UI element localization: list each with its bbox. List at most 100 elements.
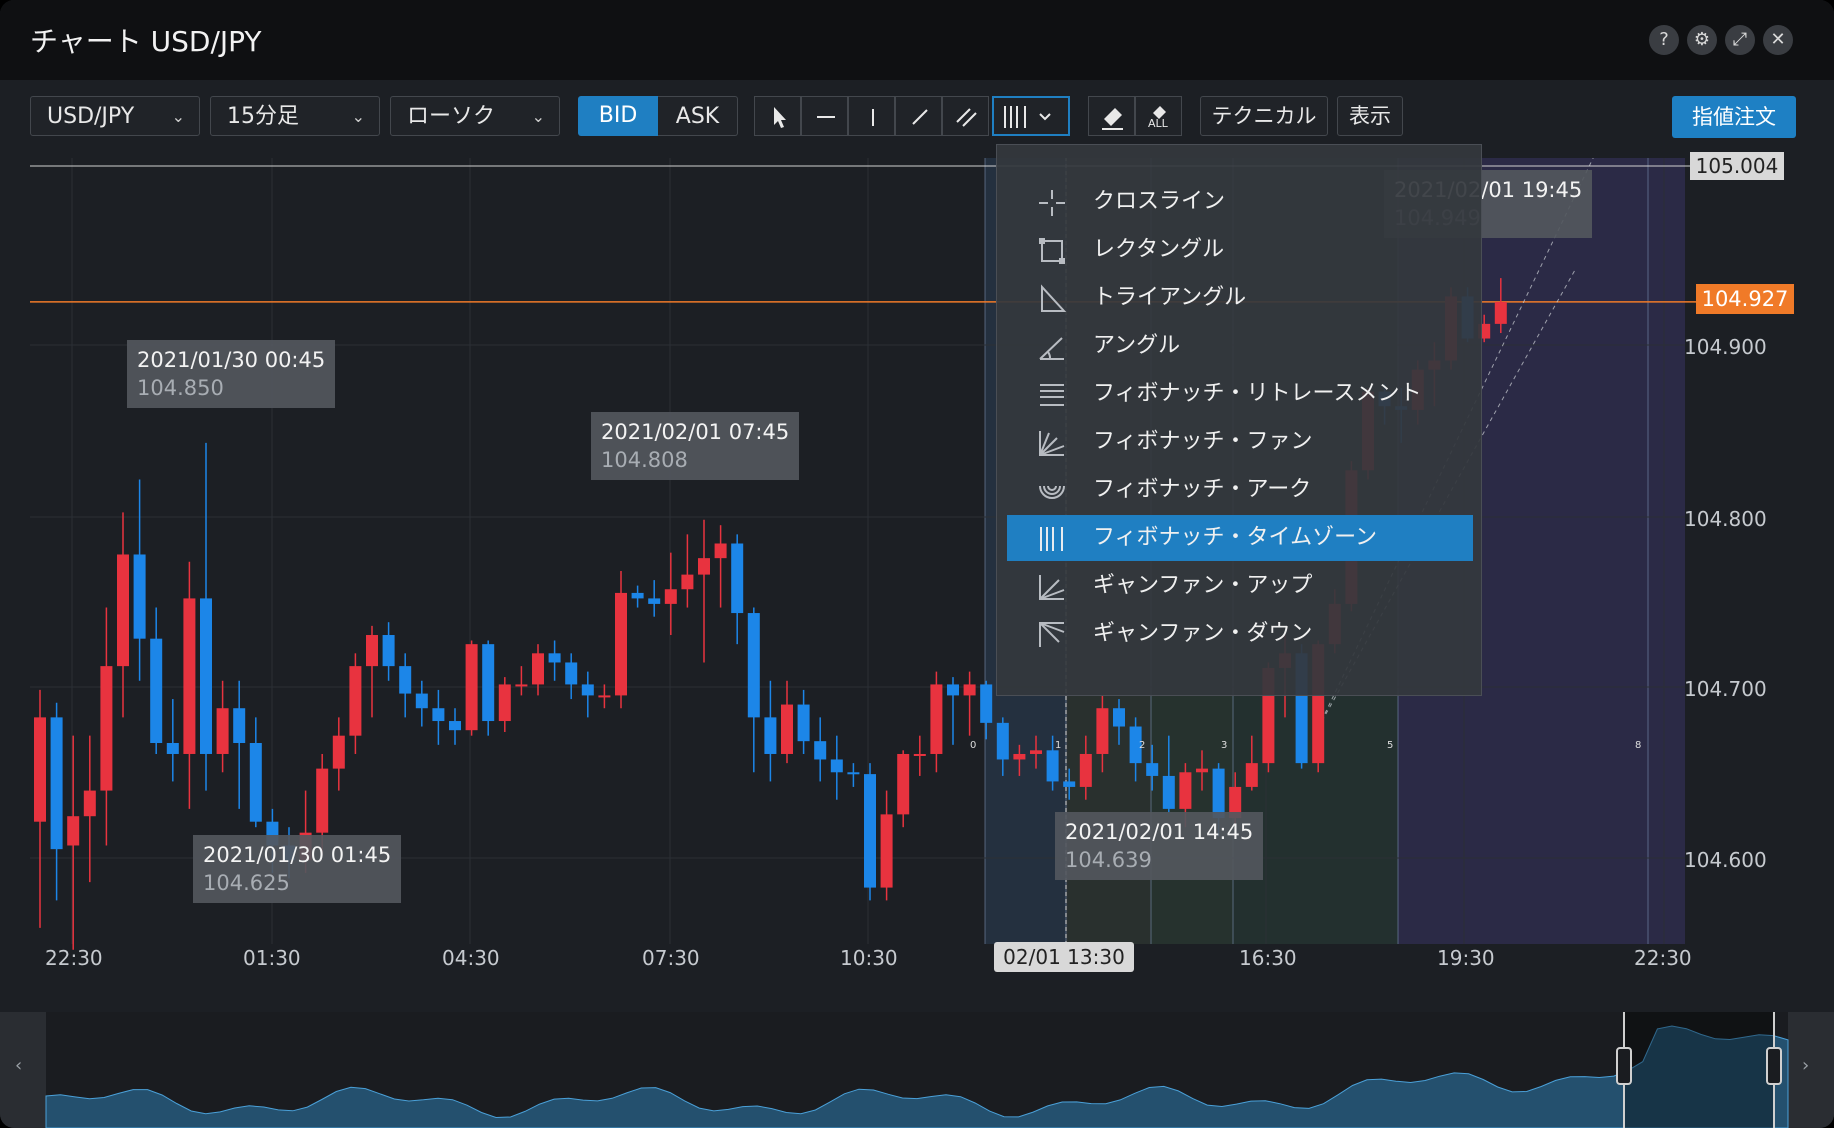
technical-button[interactable]: テクニカル [1200, 96, 1328, 136]
fib-zone-label: 2 [1139, 740, 1146, 751]
candle-body [150, 638, 163, 743]
callout-price: 104.625 [203, 871, 290, 895]
candle-body [1063, 781, 1076, 787]
help-button[interactable]: ? [1649, 25, 1679, 55]
pointer-tool[interactable] [754, 96, 801, 136]
candle-body [332, 735, 345, 769]
fib-zone-label: 3 [1221, 740, 1228, 751]
channel-tool[interactable] [942, 96, 989, 136]
menu-item-label: フィボナッチ・ファン [1093, 429, 1313, 454]
candle-body [681, 574, 694, 590]
menu-item-triangle[interactable]: トライアングル [1007, 275, 1473, 321]
top-price-label: 105.004 [1690, 152, 1784, 180]
erase-all-tool[interactable]: ALL [1135, 96, 1182, 136]
y-tick-label: 104.900 [1684, 335, 1767, 359]
parallel-lines-icon [956, 108, 977, 127]
settings-gear-icon[interactable]: ⚙ [1687, 25, 1717, 55]
candle-body [67, 816, 80, 846]
menu-item-angle[interactable]: アングル [1007, 323, 1473, 369]
cursor-arrow-icon [774, 107, 786, 128]
candle-body [415, 693, 428, 709]
menu-item-label: アングル [1093, 333, 1181, 358]
candle-body [897, 753, 910, 815]
candle-body [498, 684, 511, 722]
candle-body [1162, 775, 1175, 809]
candle-body [1179, 772, 1192, 809]
navigator-scroll-right[interactable] [1788, 1012, 1834, 1128]
candle-body [515, 684, 528, 687]
eraser-tool[interactable] [1088, 96, 1135, 136]
candle-body [631, 592, 644, 599]
title-bar: チャート USD/JPY ? ⚙ ⤢ ✕ [0, 0, 1834, 80]
display-button[interactable]: 表示 [1337, 96, 1403, 136]
fibonacci-arc-icon [1039, 485, 1065, 499]
candle-body [200, 598, 212, 754]
candle-body [814, 741, 827, 760]
candle-body [1494, 301, 1507, 324]
chart-type-select[interactable]: ローソク ⌄ [390, 96, 560, 136]
navigator-handle-left[interactable] [1616, 1047, 1632, 1085]
x-tick-label: 01:30 [243, 946, 301, 970]
ask-toggle[interactable]: ASK [658, 96, 738, 136]
candle-body [216, 708, 229, 754]
menu-item-crossline[interactable]: クロスライン [1007, 179, 1473, 225]
fibonacci-retracement-icon [1040, 384, 1064, 406]
menu-item-fibonacci-timezone[interactable]: フィボナッチ・タイムゾーン [1007, 515, 1473, 561]
menu-item-rectangle[interactable]: レクタングル [1007, 227, 1473, 273]
candle-body [648, 598, 661, 604]
candle-body [664, 589, 677, 604]
candle-body [581, 684, 594, 696]
current-price-label: 104.927 [1696, 284, 1794, 314]
candle-body [947, 684, 959, 696]
navigator-handle-right[interactable] [1766, 1047, 1782, 1085]
fibonacci-fan-icon [1039, 431, 1065, 456]
candle-body [1196, 768, 1208, 773]
limit-order-button[interactable]: 指値注文 [1672, 96, 1796, 138]
candle-body [698, 558, 710, 575]
candle-body [963, 684, 976, 696]
callout-date: 2021/02/01 14:45 [1065, 820, 1254, 844]
candle-body [133, 554, 146, 639]
candle-body [117, 554, 129, 667]
menu-item-gann-fan-down[interactable]: ギャンファン・ダウン [1007, 611, 1473, 657]
fib-zone-label: 5 [1387, 740, 1394, 751]
menu-item-fibonacci-fan[interactable]: フィボナッチ・ファン [1007, 419, 1473, 465]
horizontal-line-tool[interactable] [801, 96, 848, 136]
chart-navigator[interactable]: ‹ › [0, 1012, 1834, 1128]
bid-toggle[interactable]: BID [578, 96, 658, 136]
candle-body [847, 772, 860, 775]
y-tick-label: 104.700 [1684, 677, 1767, 701]
x-tick-label: 19:30 [1437, 946, 1495, 970]
callout-price: 104.850 [137, 376, 224, 400]
x-tick-label: 07:30 [642, 946, 700, 970]
menu-item-label: ギャンファン・ダウン [1093, 621, 1313, 646]
candle-body [764, 717, 777, 754]
vertical-line-icon [872, 109, 874, 126]
navigator-scroll-left[interactable] [0, 1012, 46, 1128]
candle-body [598, 695, 611, 698]
price-callout: 2021/01/30 00:45 104.850 [127, 340, 336, 408]
menu-item-gann-fan-up[interactable]: ギャンファン・アップ [1007, 563, 1473, 609]
symbol-select[interactable]: USD/JPY ⌄ [30, 96, 200, 136]
candle-body [930, 684, 943, 754]
timeframe-select[interactable]: 15分足 ⌄ [210, 96, 380, 136]
menu-item-label: レクタングル [1093, 237, 1225, 262]
navigator-window[interactable] [1624, 1012, 1774, 1128]
candle-body [465, 644, 478, 731]
menu-item-fibonacci-arc[interactable]: フィボナッチ・アーク [1007, 467, 1473, 513]
candle-body [996, 722, 1009, 760]
vertical-line-tool[interactable] [848, 96, 895, 136]
menu-item-fibonacci-retracement[interactable]: フィボナッチ・リトレースメント [1007, 371, 1473, 417]
candle-body [34, 717, 46, 822]
candle-body [482, 644, 495, 722]
expand-button[interactable]: ⤢ [1725, 25, 1755, 55]
callout-price: 104.808 [601, 448, 688, 472]
close-button[interactable]: ✕ [1763, 25, 1793, 55]
x-tick-label: 10:30 [840, 946, 898, 970]
candle-body [1096, 708, 1109, 754]
candle-body [565, 662, 578, 685]
fibonacci-tool-dropdown[interactable] [992, 96, 1070, 136]
y-tick-label: 104.800 [1684, 507, 1767, 531]
callout-date: 2021/01/30 00:45 [137, 348, 326, 372]
trend-line-tool[interactable] [895, 96, 942, 136]
